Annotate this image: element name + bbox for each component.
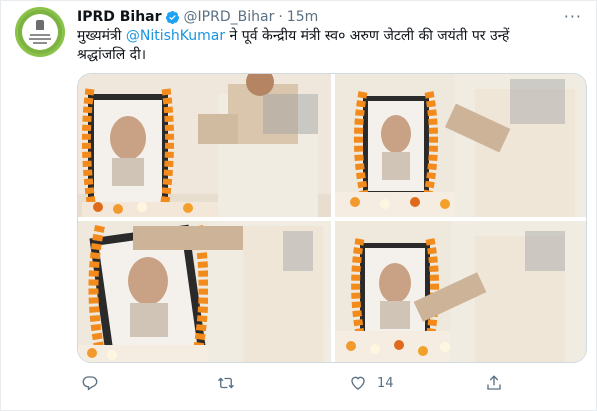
mention-link[interactable]: @NitishKumar	[126, 28, 225, 44]
more-options-icon[interactable]: ···	[564, 7, 582, 26]
like-count: 14	[377, 375, 394, 391]
retweet-button[interactable]	[217, 371, 235, 395]
like-button[interactable]: 14	[349, 371, 394, 395]
photo-1[interactable]	[78, 74, 331, 217]
photo-2[interactable]	[335, 74, 586, 217]
separator-dot: ·	[278, 9, 283, 25]
tweet-header: IPRD Bihar @IPRD_Bihar · 15m	[77, 7, 318, 27]
handle[interactable]: @IPRD_Bihar	[184, 9, 275, 25]
reply-icon	[82, 376, 98, 391]
photo-4[interactable]	[335, 221, 586, 362]
tweet-text-line1: ने पूर्व केन्द्रीय मंत्री स्व० अरुण जेटल…	[225, 28, 510, 44]
reply-button[interactable]	[81, 371, 99, 395]
tweet-actions: 14	[77, 371, 517, 395]
avatar[interactable]	[15, 7, 65, 57]
photo-3[interactable]	[78, 221, 331, 362]
tweet-card[interactable]: IPRD Bihar @IPRD_Bihar · 15m ··· मुख्यमं…	[0, 0, 597, 411]
share-button[interactable]	[485, 371, 503, 395]
retweet-icon	[218, 377, 234, 389]
media-grid	[77, 73, 587, 363]
verified-badge-icon	[165, 10, 179, 24]
share-icon	[487, 375, 501, 390]
timestamp[interactable]: 15m	[287, 9, 318, 25]
heart-icon	[351, 376, 365, 390]
tweet-text-prefix: मुख्यमंत्री	[77, 28, 126, 44]
display-name[interactable]: IPRD Bihar	[77, 9, 162, 25]
tweet-text: मुख्यमंत्री @NitishKumar ने पूर्व केन्द्…	[77, 27, 577, 65]
tweet-text-line2: श्रद्धांजलि दी।	[77, 47, 147, 63]
emblem-logo	[22, 14, 58, 50]
